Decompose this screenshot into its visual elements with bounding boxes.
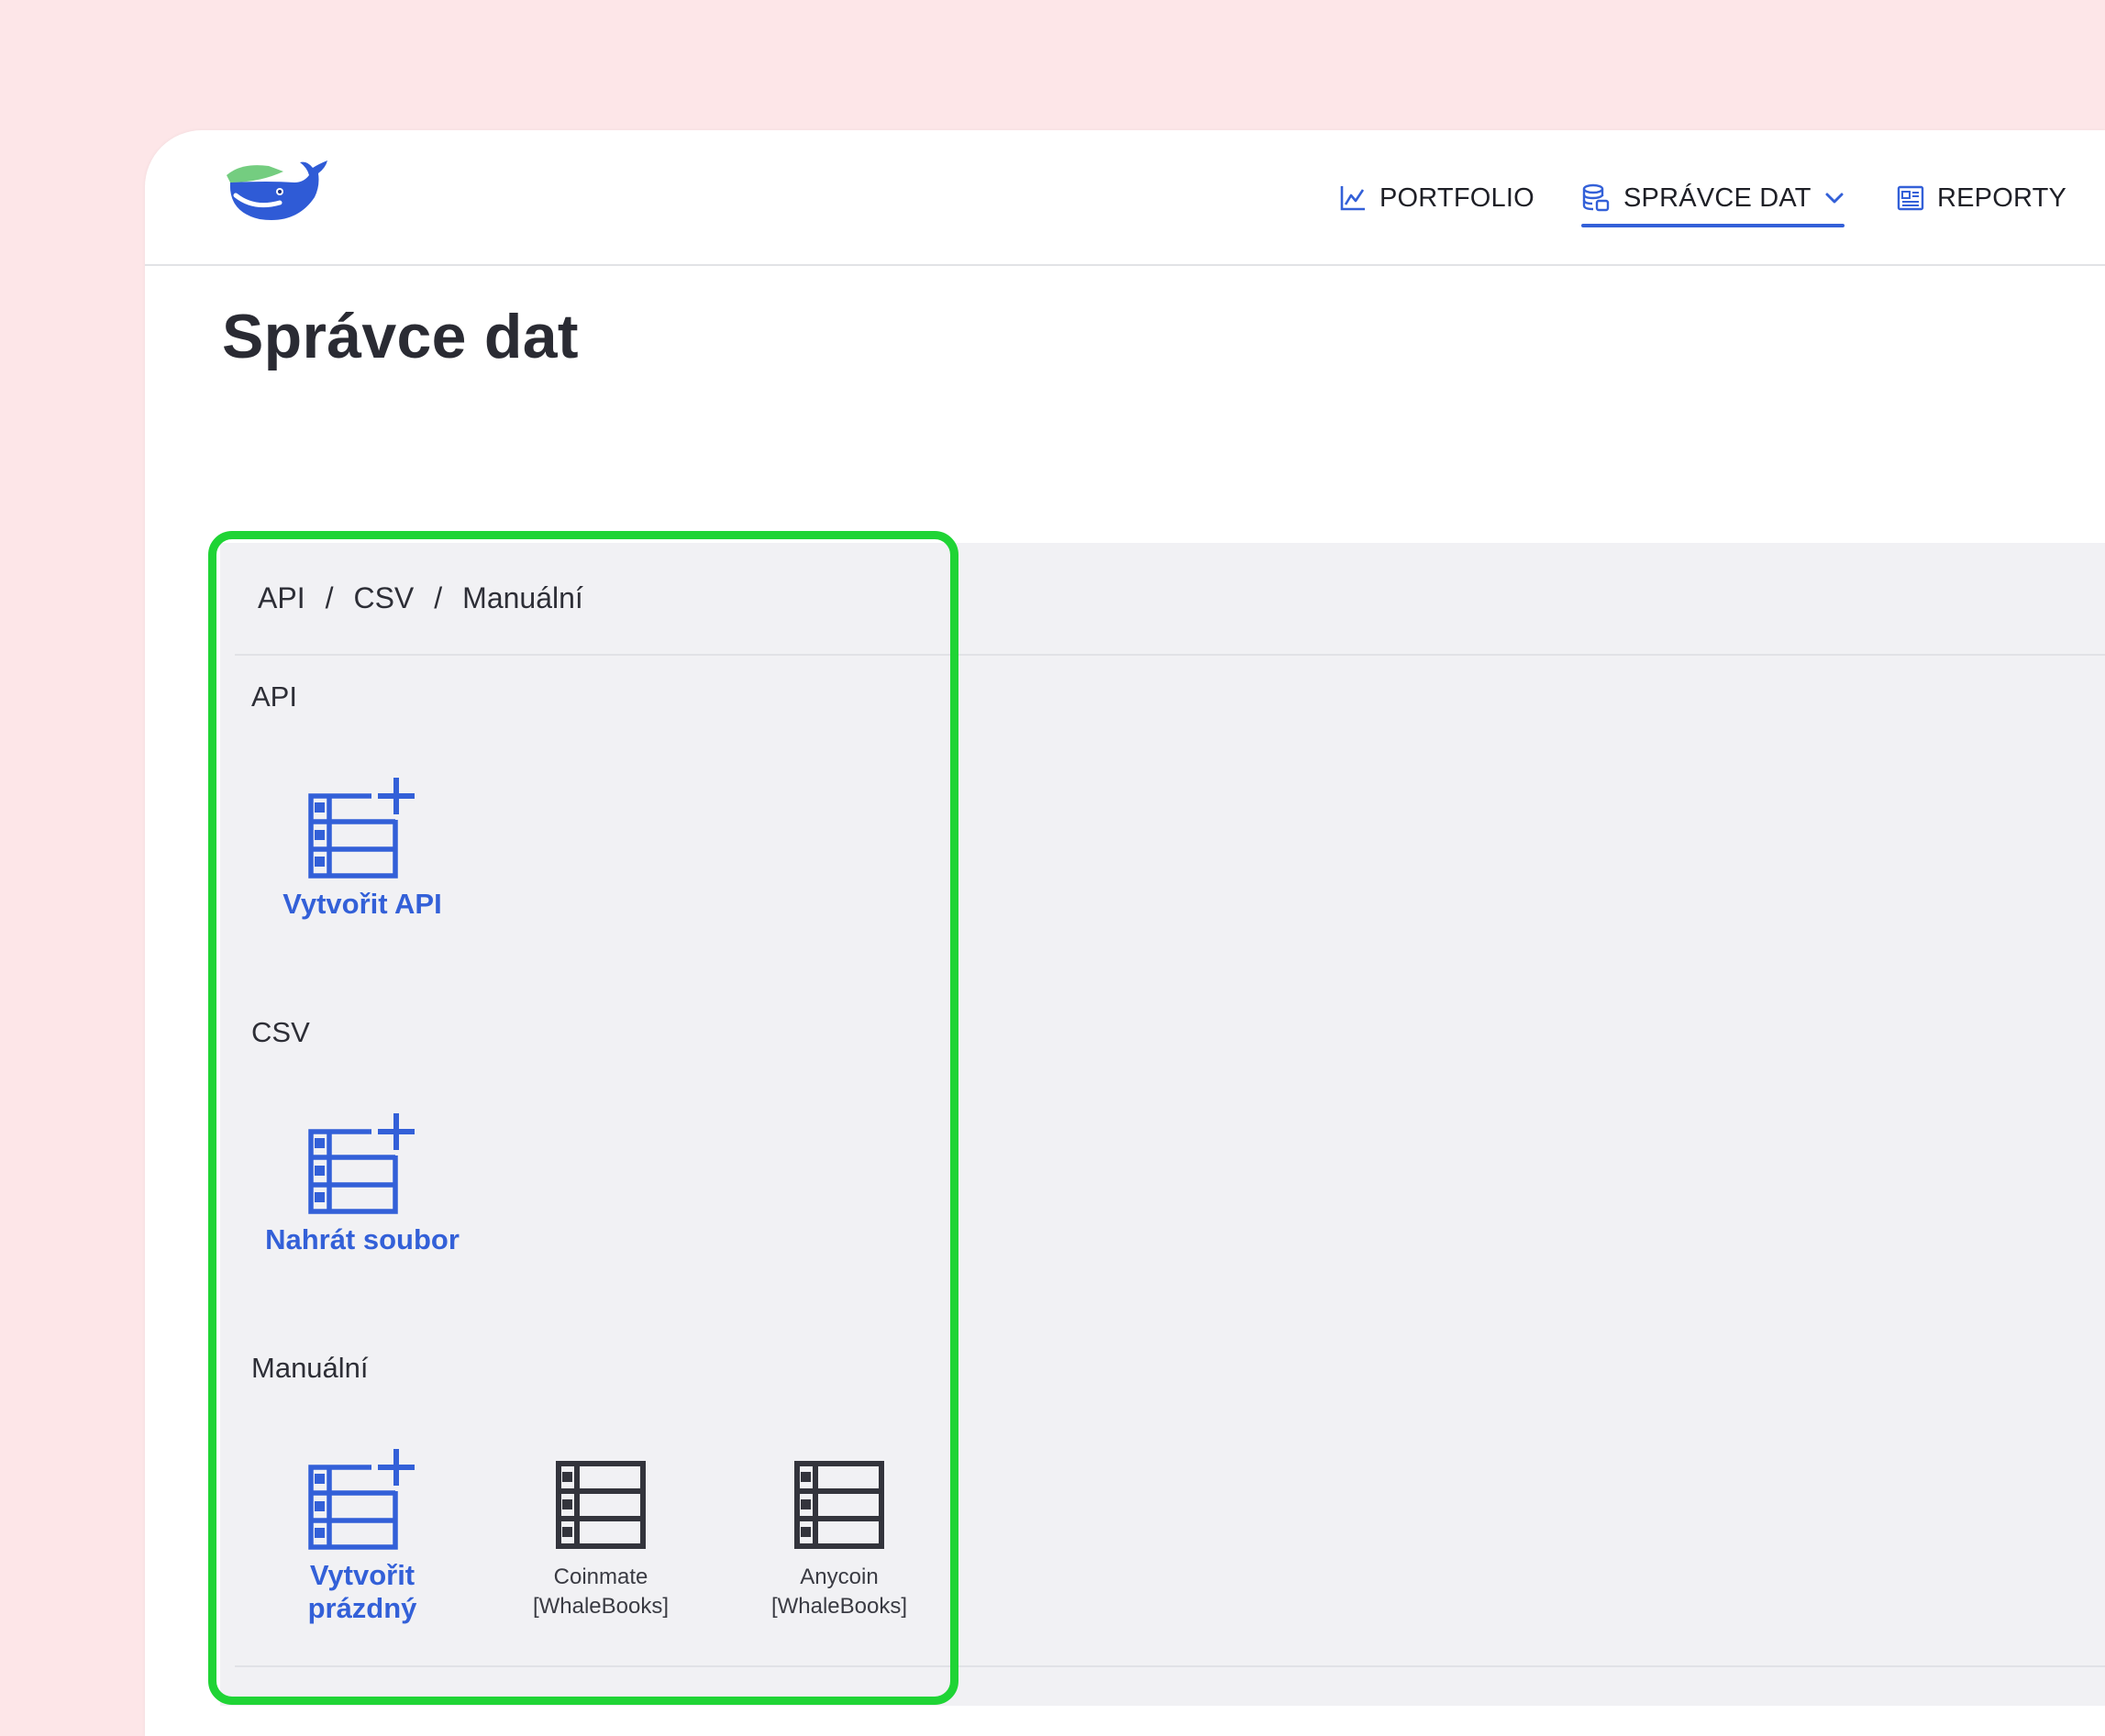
create-empty-line2: prázdný <box>307 1592 417 1624</box>
add-table-icon <box>308 1449 415 1550</box>
create-empty-label: Vytvořit prázdný <box>248 1559 477 1625</box>
chevron-down-icon <box>1825 193 1844 204</box>
add-table-icon <box>308 778 415 879</box>
create-empty-line1: Vytvořit <box>309 1559 415 1591</box>
table-icon <box>556 1461 646 1549</box>
nav-reporty[interactable]: REPORTY <box>1897 176 2066 220</box>
create-api-button[interactable]: Vytvořit API <box>248 778 477 921</box>
section-label-csv: CSV <box>251 1016 310 1048</box>
nav-reporty-label: REPORTY <box>1937 182 2067 213</box>
create-api-label: Vytvořit API <box>283 888 442 920</box>
coinmate-line1: Coinmate <box>553 1565 648 1589</box>
coinmate-source[interactable]: Coinmate [WhaleBooks] <box>486 1460 715 1621</box>
report-icon <box>1897 185 1924 211</box>
whale-logo-icon[interactable] <box>223 155 329 228</box>
upload-file-label: Nahrát soubor <box>265 1223 460 1255</box>
breadcrumb-csv[interactable]: CSV <box>353 581 414 615</box>
add-table-icon <box>308 1113 415 1214</box>
create-empty-button[interactable]: Vytvořit prázdný <box>248 1449 477 1625</box>
chart-line-icon <box>1340 186 1365 211</box>
nav-spravce-dat-label: SPRÁVCE DAT <box>1623 182 1811 213</box>
section-label-api: API <box>251 680 297 713</box>
breadcrumb-manual[interactable]: Manuální <box>462 581 583 615</box>
breadcrumb-api[interactable]: API <box>258 581 305 615</box>
nav-portfolio-label: PORTFOLIO <box>1379 182 1534 213</box>
database-icon <box>1582 183 1610 212</box>
coinmate-label: Coinmate [WhaleBooks] <box>486 1563 715 1621</box>
anycoin-line2: [WhaleBooks] <box>770 1594 908 1619</box>
breadcrumb-separator: / <box>325 581 334 614</box>
coinmate-line2: [WhaleBooks] <box>532 1594 670 1619</box>
section-label-manual: Manuální <box>251 1352 369 1384</box>
anycoin-label: Anycoin [WhaleBooks] <box>725 1563 954 1621</box>
nav-portfolio[interactable]: PORTFOLIO <box>1339 176 1534 220</box>
upload-file-button[interactable]: Nahrát soubor <box>248 1113 477 1256</box>
breadcrumb: API / CSV / Manuální <box>258 581 583 615</box>
table-icon <box>794 1461 884 1549</box>
panel-divider-top <box>235 654 2105 656</box>
anycoin-line1: Anycoin <box>800 1565 879 1589</box>
anycoin-source[interactable]: Anycoin [WhaleBooks] <box>725 1460 954 1621</box>
nav-spravce-dat[interactable]: SPRÁVCE DAT <box>1581 176 1845 227</box>
breadcrumb-separator: / <box>434 581 443 614</box>
page-title: Správce dat <box>222 302 579 371</box>
top-navigation-bar: PORTFOLIO SPRÁVCE DAT REPORTY <box>145 130 2105 266</box>
panel-divider-bottom <box>235 1665 2105 1667</box>
